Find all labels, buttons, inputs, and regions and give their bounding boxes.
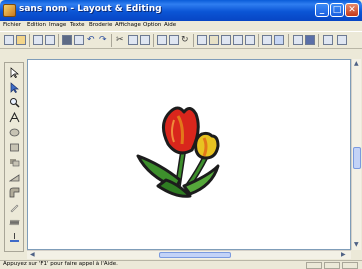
- minimize-button[interactable]: _: [315, 3, 329, 17]
- settings-icon[interactable]: [323, 35, 333, 45]
- toolbar-separator: [111, 34, 112, 47]
- corner-tool[interactable]: [7, 186, 22, 200]
- property-icon[interactable]: [262, 35, 272, 45]
- menu-aide[interactable]: Aide: [164, 22, 176, 28]
- preview-icon[interactable]: [245, 35, 255, 45]
- vertical-scrollbar[interactable]: ▲ ▼: [351, 59, 361, 250]
- print-icon[interactable]: [45, 35, 55, 45]
- save-icon[interactable]: [33, 35, 43, 45]
- redo-icon[interactable]: ↷: [99, 35, 109, 45]
- window-title: sans nom - Layout & Editing: [19, 4, 162, 14]
- new-file-icon[interactable]: [4, 35, 14, 45]
- title-bar[interactable]: sans nom - Layout & Editing _ □ ✕: [0, 0, 362, 21]
- design-canvas[interactable]: [27, 59, 351, 250]
- rectangle-tool[interactable]: [7, 141, 22, 155]
- stitch-icon[interactable]: [74, 35, 84, 45]
- pencil-icon: [10, 204, 19, 213]
- align-icon[interactable]: [221, 35, 231, 45]
- copy-icon[interactable]: [128, 35, 138, 45]
- rotate-icon[interactable]: ↻: [181, 35, 191, 45]
- shape-fill-icon: [10, 159, 20, 167]
- status-message: Appuyez sur 'F1' pour faire appel à l'Ai…: [3, 261, 118, 267]
- toolbar-separator: [58, 34, 59, 47]
- undo-icon[interactable]: ↶: [87, 35, 97, 45]
- paste-icon[interactable]: [140, 35, 150, 45]
- mirror-icon[interactable]: [157, 35, 167, 45]
- toolbar: ↶ ↷ ✂ ↻: [0, 31, 362, 49]
- app-icon: [3, 4, 16, 17]
- app-window: sans nom - Layout & Editing _ □ ✕ Fichie…: [0, 0, 362, 269]
- menu-edition[interactable]: Edition: [27, 22, 46, 28]
- help-icon[interactable]: [337, 35, 347, 45]
- status-cell: [306, 262, 322, 269]
- open-file-icon[interactable]: [16, 35, 26, 45]
- zoom-icon[interactable]: [197, 35, 207, 45]
- toolbar-separator: [193, 34, 194, 47]
- image-icon[interactable]: [62, 35, 72, 45]
- card-icon[interactable]: [293, 35, 303, 45]
- corner-icon: [9, 187, 20, 198]
- text-icon[interactable]: [233, 35, 243, 45]
- scroll-down-icon[interactable]: ▼: [354, 242, 359, 248]
- status-cell: [342, 262, 358, 269]
- menu-broderie[interactable]: Broderie: [89, 22, 112, 28]
- text-tool[interactable]: [7, 111, 22, 125]
- arc-icon: [9, 174, 20, 182]
- menu-bar: Fichier Edition Image Texte Broderie Aff…: [0, 21, 362, 31]
- rectangle-icon: [10, 143, 19, 152]
- tulip-embroidery-design: [136, 106, 220, 198]
- stitch-pattern-icon: [9, 219, 20, 226]
- flip-icon[interactable]: [169, 35, 179, 45]
- grid-icon[interactable]: [209, 35, 219, 45]
- scroll-right-icon[interactable]: ▶: [341, 252, 346, 258]
- horizontal-scrollbar[interactable]: ◀ ▶: [27, 250, 351, 259]
- menu-texte[interactable]: Texte: [70, 22, 85, 28]
- arc-tool[interactable]: [7, 171, 22, 185]
- zoom-tool[interactable]: [7, 96, 22, 110]
- transfer-icon[interactable]: [274, 35, 284, 45]
- ellipse-icon: [9, 128, 20, 137]
- toolbar-separator: [153, 34, 154, 47]
- toolbar-separator: [288, 34, 289, 47]
- point-edit-tool[interactable]: [7, 81, 22, 95]
- close-button[interactable]: ✕: [345, 3, 359, 17]
- stitch-pattern-tool[interactable]: [7, 216, 22, 230]
- menu-fichier[interactable]: Fichier: [3, 22, 21, 28]
- vertical-scroll-thumb[interactable]: [353, 147, 361, 169]
- tool-palette: [4, 62, 24, 252]
- shape-fill-tool[interactable]: [7, 156, 22, 170]
- horizontal-scroll-thumb[interactable]: [159, 252, 231, 258]
- scroll-left-icon[interactable]: ◀: [30, 252, 35, 258]
- menu-affichage[interactable]: Affichage: [115, 22, 141, 28]
- select-arrow-icon: [10, 67, 19, 78]
- manual-punch-tool[interactable]: [7, 231, 22, 245]
- status-bar: Appuyez sur 'F1' pour faire appel à l'Ai…: [0, 260, 362, 269]
- status-cell: [324, 262, 340, 269]
- manual-punch-icon: [10, 233, 19, 242]
- pencil-tool[interactable]: [7, 201, 22, 215]
- point-edit-icon: [10, 82, 19, 93]
- menu-option[interactable]: Option: [143, 22, 161, 28]
- cut-icon[interactable]: ✂: [116, 35, 126, 45]
- toolbar-separator: [318, 34, 319, 47]
- text-icon: [9, 112, 20, 123]
- toolbar-separator: [29, 34, 30, 47]
- menu-image[interactable]: Image: [49, 22, 66, 28]
- zoom-icon: [10, 98, 20, 108]
- monitor-icon[interactable]: [305, 35, 315, 45]
- select-tool[interactable]: [7, 66, 22, 80]
- scroll-up-icon[interactable]: ▲: [354, 61, 359, 67]
- maximize-button[interactable]: □: [330, 3, 344, 17]
- toolbar-separator: [258, 34, 259, 47]
- ellipse-tool[interactable]: [7, 126, 22, 140]
